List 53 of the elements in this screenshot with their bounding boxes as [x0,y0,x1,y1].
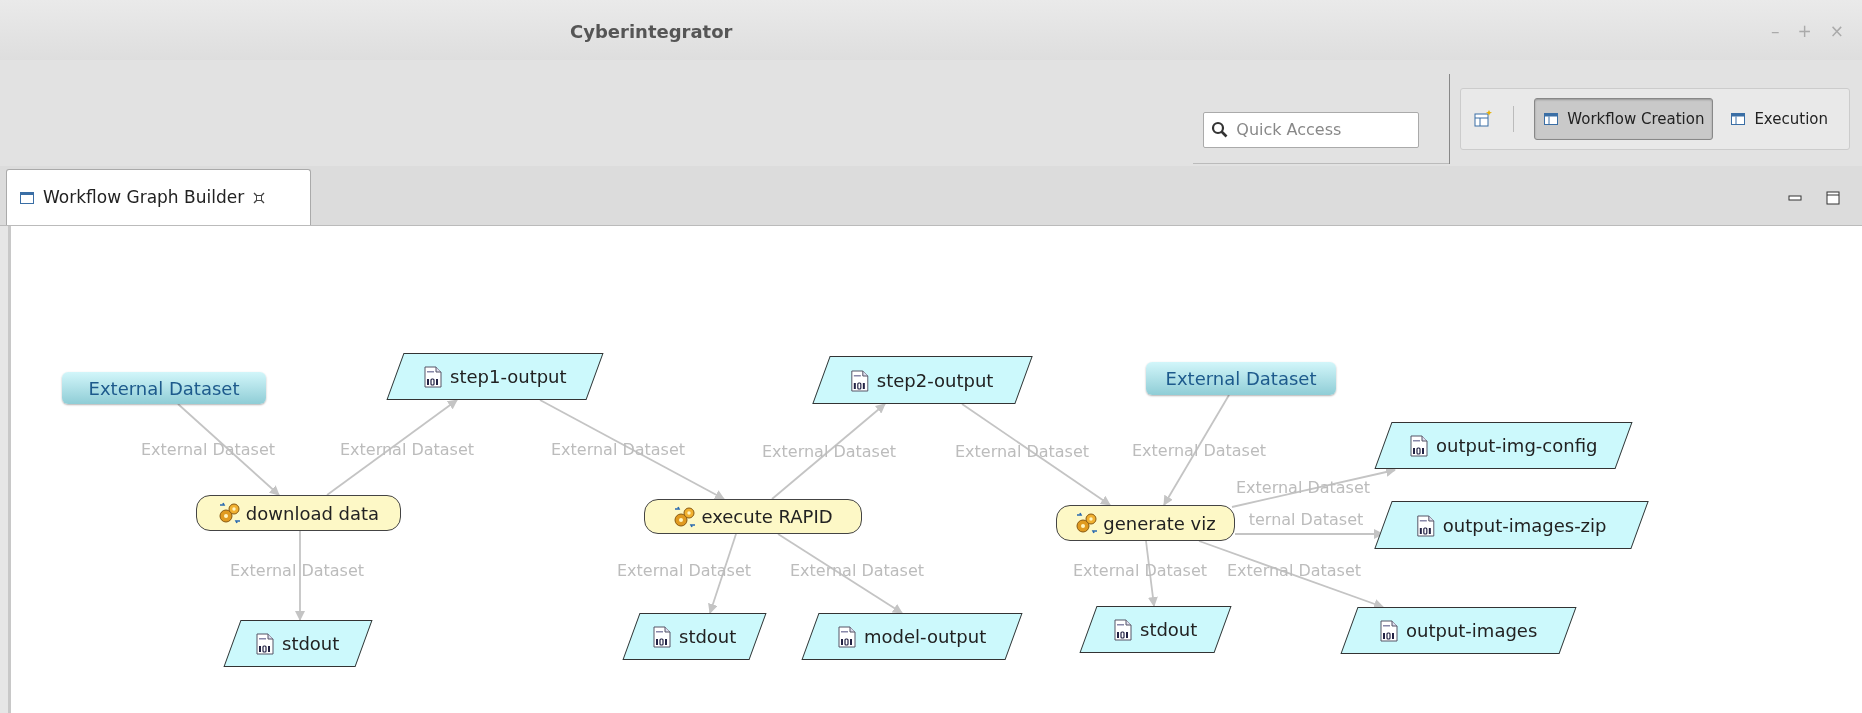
binary-file-icon [1113,618,1132,641]
window-icon [19,189,35,206]
edge-label: External Dataset [140,439,276,461]
edge-label: External Dataset [1072,560,1208,582]
node-label: External Dataset [1165,367,1317,391]
node-label: execute RAPID [701,505,833,529]
node-label: stdout [678,625,737,649]
minimize-icon[interactable] [1788,193,1802,203]
maximize-icon[interactable] [1826,191,1840,205]
binary-file-icon [1379,619,1398,642]
table-icon [1730,111,1747,127]
binary-file-icon [652,625,671,648]
gears-icon [1075,511,1100,535]
edge-label: External Dataset [339,439,475,461]
edge-label: External Dataset [789,560,925,582]
binary-file-icon [1416,514,1435,536]
node-label: output-img-config [1435,434,1598,458]
edge-label: External Dataset [1235,477,1371,499]
close-icon[interactable] [252,190,267,205]
edge-label: External Dataset [229,560,365,582]
binary-file-icon [1409,434,1428,457]
node-label: output-images [1405,619,1538,643]
node-label: step2-output [877,368,994,393]
tab-label: Workflow Graph Builder [43,185,245,209]
edge-label: External Dataset [954,441,1090,463]
edge-label: External Dataset [761,441,897,463]
node-label: stdout [282,632,340,656]
window-title: Cyberintegrator [570,20,733,44]
perspective-button[interactable]: Execution [1721,98,1837,140]
binary-file-icon [851,369,870,391]
node-label: stdout [1139,618,1198,642]
quick-access-field[interactable]: Quick Access [1203,111,1420,148]
node-label: download data [245,501,380,526]
table-icon [1543,111,1560,127]
node-label: External Dataset [88,376,240,401]
node-label: output-images-zip [1442,513,1607,538]
open-perspective-icon[interactable] [1473,109,1494,129]
edge-label: ternal Dataset [1248,509,1364,531]
gears-icon [673,504,698,529]
node-label: model-output [863,625,987,649]
gears-icon [217,501,242,525]
perspective-button[interactable]: Workflow Creation [1534,98,1714,140]
node-label: step1-output [449,365,567,389]
edge-label: External Dataset [550,439,686,461]
edge-label: External Dataset [1131,440,1267,462]
editor-tab[interactable]: Workflow Graph Builder [6,169,311,225]
node-label: generate viz [1103,511,1216,536]
binary-file-icon [837,625,856,648]
binary-file-icon [256,632,275,655]
search-icon [1211,120,1230,139]
binary-file-icon [423,365,442,388]
edge-label: External Dataset [1226,560,1362,582]
edge-label: External Dataset [616,560,752,582]
